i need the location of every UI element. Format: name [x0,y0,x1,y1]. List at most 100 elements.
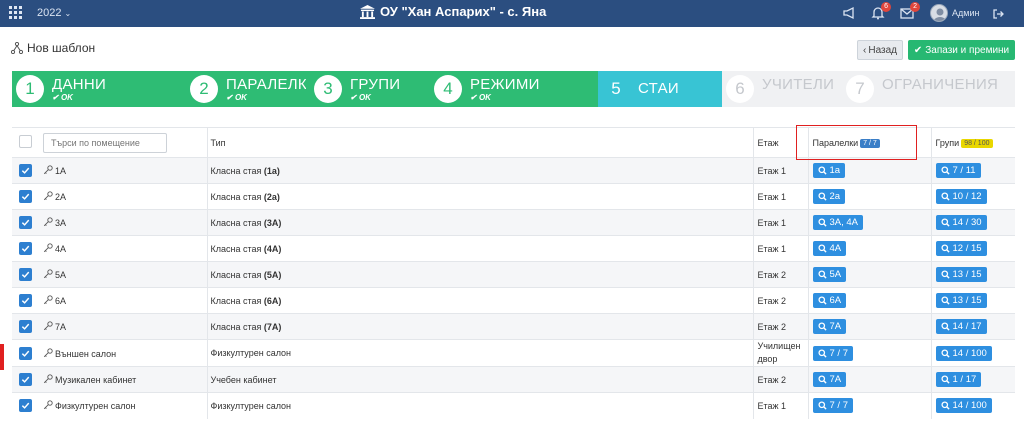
room-name: 5А [55,270,67,280]
classes-button[interactable]: 6А [812,293,847,308]
groups-value: 12 / 15 [952,243,982,254]
select-all-cell [12,127,39,158]
classes-button[interactable]: 4А [812,241,847,256]
year-selector[interactable]: 2022 ⌄ [37,7,71,19]
bell-icon[interactable]: 6 [871,2,891,20]
groups-button[interactable]: 7 / 11 [935,163,981,178]
key-icon [43,243,55,254]
row-checkbox[interactable] [19,346,32,360]
groups-button[interactable]: 13 / 15 [935,267,987,282]
row-checkbox-cell [12,157,39,184]
room-classes-cell: 2а [808,183,932,210]
classes-button[interactable]: 7А [812,319,847,334]
room-floor-cell: Етаж 1 [753,235,809,262]
save-and-continue-button[interactable]: ✔ Запази и премини [908,40,1015,60]
classes-button[interactable]: 7 / 7 [812,345,853,361]
classes-value: 1а [829,165,841,176]
room-search-input[interactable] [43,132,167,153]
row-checkbox-cell [12,261,39,288]
megaphone-icon[interactable] [842,6,856,20]
row-checkbox[interactable] [19,242,32,255]
wizard-step-groups[interactable]: 3 ГРУПИ ✔ OK [310,71,430,107]
back-button[interactable]: ‹ Назад [857,40,903,60]
room-name: Музикален кабинет [55,375,137,385]
apps-grid-icon[interactable] [9,6,23,20]
table-row: 2А Класна стая (2а) Етаж 1 2а 10 / 12 [12,183,1015,210]
groups-button[interactable]: 14 / 30 [935,215,987,230]
room-groups-cell: 13 / 15 [931,287,1015,314]
wizard-step-classes[interactable]: 2 ПАРАЛЕЛКИ ✔ OK [186,71,310,107]
row-checkbox[interactable] [19,399,32,413]
room-classes-cell: 1а [808,157,932,184]
avatar[interactable] [930,4,948,22]
room-floor: Етаж 1 [757,243,787,254]
wizard-step-data[interactable]: 1 ДАННИ ✔ OK [12,71,186,107]
row-checkbox[interactable] [19,164,32,177]
user-name[interactable]: Админ [952,8,979,18]
room-floor: Етаж 2 [757,321,787,332]
wizard-step-teachers[interactable]: 6 УЧИТЕЛИ [722,71,842,107]
row-checkbox-cell [12,287,39,314]
room-classes-cell: 6А [808,287,932,314]
classes-button[interactable]: 2а [812,189,846,204]
room-classes-cell: 7А [808,366,932,393]
classes-value: 4А [829,243,842,254]
wizard-step-rooms[interactable]: 5 СТАИ [598,71,722,107]
row-checkbox[interactable] [19,373,32,386]
room-groups-cell: 14 / 100 [931,392,1015,419]
classes-button[interactable]: 5А [812,267,847,282]
header-groups-label: Групи [935,137,960,148]
table-row: Външен салон Физкултурен салон Училищен д… [12,339,1015,367]
select-all-checkbox[interactable] [19,135,32,148]
step-label: УЧИТЕЛИ [762,76,835,93]
classes-button[interactable]: 7А [812,372,847,387]
logout-icon[interactable] [992,7,1004,19]
classes-button[interactable]: 7 / 7 [812,398,853,414]
room-classes-cell: 3А, 4А [808,209,932,236]
key-icon [43,269,55,280]
classes-value: 7А [829,321,842,332]
groups-button[interactable]: 1 / 17 [935,372,982,387]
row-checkbox[interactable] [19,216,32,229]
wizard-step-restrictions[interactable]: 7 ОГРАНИЧЕНИЯ [842,71,1015,107]
groups-value: 7 / 11 [952,165,976,176]
room-name-cell: 2А [39,183,208,210]
row-checkbox[interactable] [19,190,32,203]
classes-button[interactable]: 1а [812,163,846,178]
row-checkbox-cell [12,313,39,340]
wizard-step-modes[interactable]: 4 РЕЖИМИ ✔ OK [430,71,598,107]
search-icon [940,322,950,331]
step-number: 2 [190,75,218,103]
groups-value: 14 / 100 [952,400,987,412]
groups-button[interactable]: 10 / 12 [935,189,987,204]
save-button-label: Запази и премини [925,44,1010,56]
room-type: Класна стая [210,191,262,202]
groups-button[interactable]: 13 / 15 [935,293,987,308]
row-checkbox[interactable] [19,294,32,307]
row-checkbox[interactable] [19,320,32,333]
room-name: Външен салон [55,348,117,359]
classes-value: 2а [829,191,841,202]
room-groups-cell: 7 / 11 [931,157,1015,184]
room-type-cell: Класна стая (3А) [207,209,754,236]
room-type: Класна стая [210,295,262,306]
room-floor-cell: Етаж 1 [753,392,809,419]
groups-button[interactable]: 14 / 100 [935,345,992,361]
room-floor-cell: Училищен двор [753,339,809,367]
row-checkbox[interactable] [19,268,32,281]
classes-button[interactable]: 3А, 4А [812,215,864,230]
room-name-cell: 7А [39,313,208,340]
search-icon [817,270,827,279]
groups-button[interactable]: 14 / 17 [935,319,987,334]
search-icon [940,218,950,227]
envelope-icon[interactable]: 2 [900,2,920,20]
header-groups: Групи 98 / 100 [931,127,1015,158]
classes-value: 6А [829,295,842,306]
room-name: 6А [55,296,67,306]
classes-value: 3А, 4А [829,217,859,228]
groups-button[interactable]: 12 / 15 [935,241,987,256]
year-label: 2022 [37,7,62,19]
groups-button[interactable]: 14 / 100 [935,398,992,414]
table-row: 4А Класна стая (4А) Етаж 1 4А 12 / 15 [12,235,1015,262]
step-label: ДАННИ [52,76,107,93]
